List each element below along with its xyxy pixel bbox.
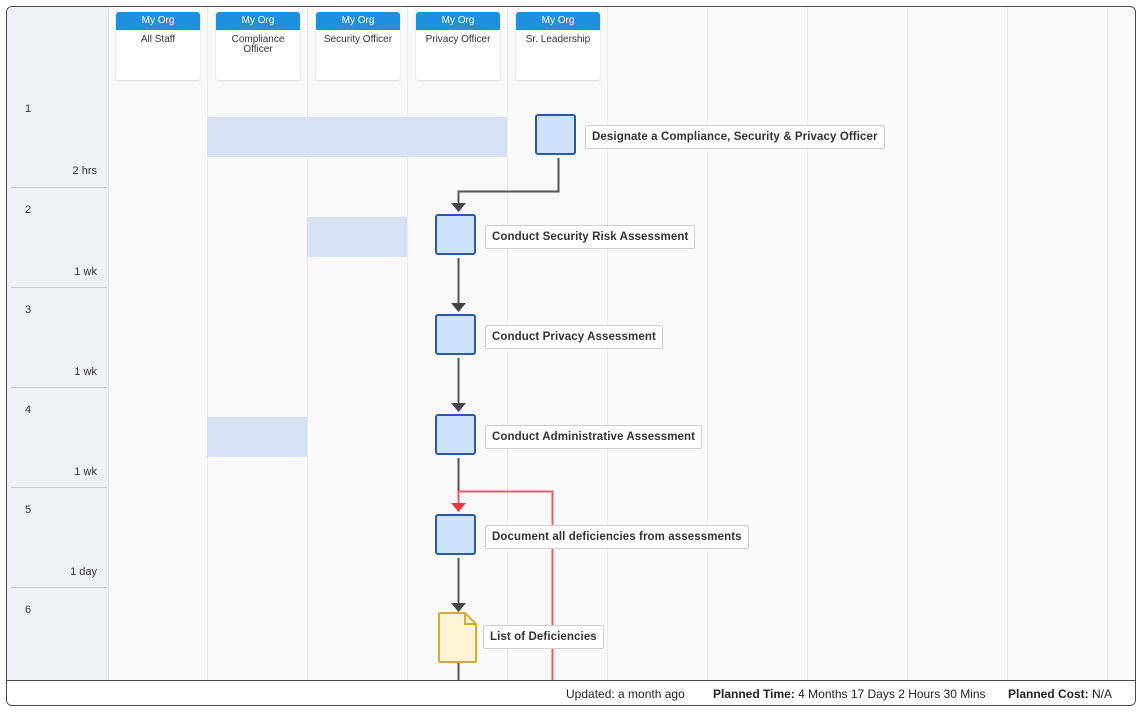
arrow-head [451, 603, 466, 612]
task-node[interactable] [435, 414, 476, 455]
lane-org: My Org [116, 12, 200, 30]
task-label[interactable]: Conduct Administrative Assessment [485, 425, 703, 449]
row-header[interactable]: 1 2 hrs [11, 87, 107, 187]
row-number: 3 [25, 304, 32, 316]
row-duration: 1 wk [74, 466, 97, 478]
task-node[interactable] [435, 314, 476, 355]
row-duration: 1 day [70, 566, 97, 578]
lane-divider [207, 7, 208, 680]
lane-title: All Staff [140, 34, 176, 45]
row-number: 2 [25, 204, 32, 216]
lane-divider [1107, 7, 1108, 680]
lane-org: My Org [516, 12, 600, 30]
participant-band [307, 217, 407, 257]
updated-text: Updated: a month ago [566, 687, 685, 701]
lane-org: My Org [216, 12, 300, 30]
task-node[interactable] [535, 114, 576, 155]
status-footer: Updated: a month ago Planned Time: 4 Mon… [7, 680, 1135, 705]
task-node[interactable] [435, 514, 476, 555]
connector-1-2 [457, 158, 560, 205]
lane-header-compliance-officer[interactable]: My Org Compliance Officer [216, 12, 300, 80]
lane-title: Sr. Leadership [525, 34, 591, 45]
row-header[interactable]: 4 1 wk [11, 387, 107, 487]
lane-header-security-officer[interactable]: My Org Security Officer [316, 12, 400, 80]
lane-title: Compliance Officer [231, 34, 285, 55]
planned-cost: Planned Cost: N/A [1008, 687, 1112, 701]
task-label[interactable]: Conduct Privacy Assessment [485, 325, 663, 349]
lane-org: My Org [416, 12, 500, 30]
task-label[interactable]: Document all deficiencies from assessmen… [485, 525, 749, 549]
lane-title: Privacy Officer [425, 34, 491, 45]
arrow-head [451, 303, 466, 312]
row-number: 5 [25, 504, 32, 516]
lane-title: Security Officer [323, 34, 393, 45]
lane-divider [307, 7, 308, 680]
lane-header-all-staff[interactable]: My Org All Staff [116, 12, 200, 80]
step-row-sidebar: 1 2 hrs 2 1 wk 3 1 wk 4 1 wk 5 1 day 6 [7, 7, 109, 680]
task-node[interactable] [435, 214, 476, 255]
participant-band [207, 417, 307, 457]
row-duration: 1 wk [74, 266, 97, 278]
row-duration: 2 hrs [72, 165, 97, 177]
row-duration: 1 wk [74, 366, 97, 378]
arrow-head [451, 403, 466, 412]
document-node[interactable] [438, 612, 478, 664]
planned-time: Planned Time: 4 Months 17 Days 2 Hours 3… [713, 687, 986, 701]
task-label[interactable]: Conduct Security Risk Assessment [485, 225, 696, 249]
planned-cost-label: Planned Cost: [1008, 687, 1089, 701]
lane-header-sr-leadership[interactable]: My Org Sr. Leadership [516, 12, 600, 80]
task-label[interactable]: Designate a Compliance, Security & Priva… [585, 125, 885, 149]
lane-org: My Org [316, 12, 400, 30]
lane-divider [407, 7, 408, 680]
row-header[interactable]: 2 1 wk [11, 187, 107, 287]
lane-divider [907, 7, 908, 680]
row-number: 1 [25, 103, 32, 115]
row-header[interactable]: 3 1 wk [11, 287, 107, 387]
row-number: 6 [25, 604, 32, 616]
planned-time-label: Planned Time: [713, 687, 795, 701]
lane-divider [1007, 7, 1008, 680]
process-map: 1 2 hrs 2 1 wk 3 1 wk 4 1 wk 5 1 day 6 M… [6, 6, 1136, 706]
row-number: 4 [25, 404, 32, 416]
participant-band [207, 117, 507, 157]
row-header[interactable]: 6 [11, 587, 107, 687]
arrow-head [451, 203, 466, 212]
planned-time-value: 4 Months 17 Days 2 Hours 30 Mins [798, 687, 986, 701]
lane-divider [707, 7, 708, 680]
document-label[interactable]: List of Deficiencies [483, 625, 604, 649]
planned-cost-value: N/A [1092, 687, 1113, 701]
lane-header-privacy-officer[interactable]: My Org Privacy Officer [416, 12, 500, 80]
loop-arrow-head [451, 503, 466, 512]
row-header[interactable]: 5 1 day [11, 487, 107, 587]
lane-divider [807, 7, 808, 680]
